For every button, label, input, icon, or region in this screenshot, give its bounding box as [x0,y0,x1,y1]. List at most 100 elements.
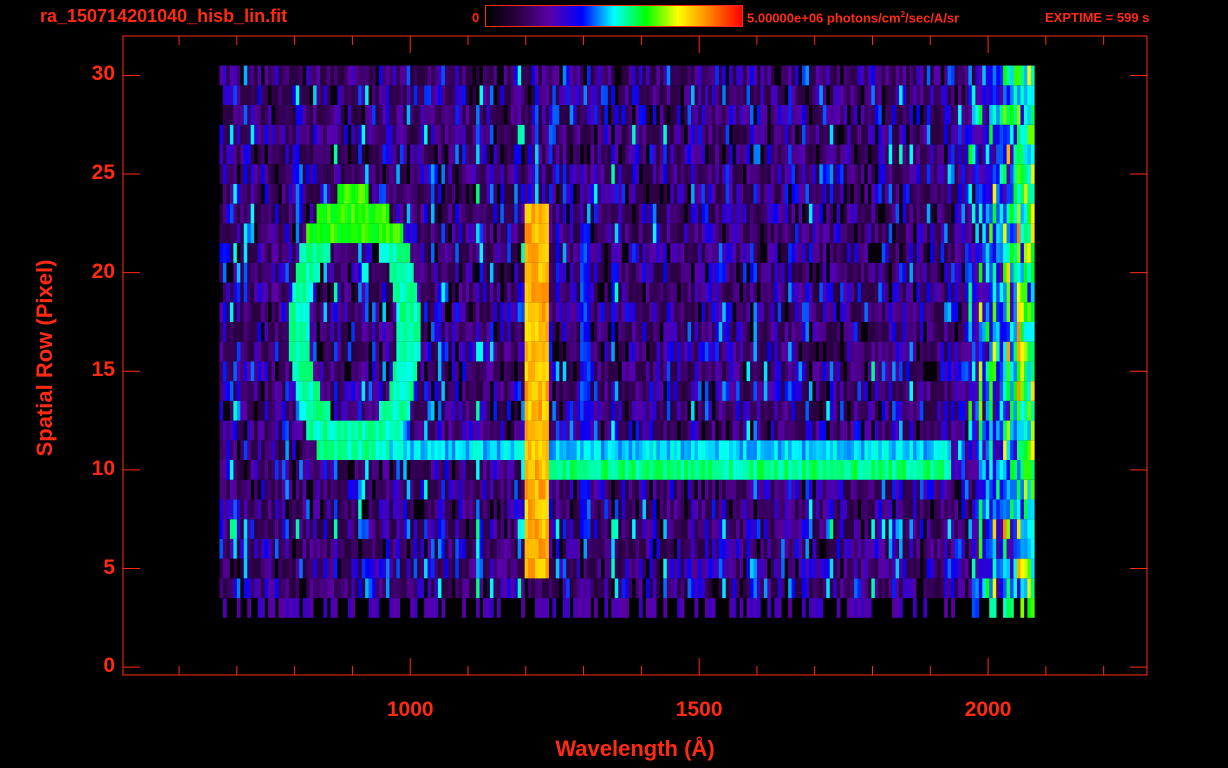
heatmap-cell [476,400,480,421]
heatmap-cell [725,341,730,362]
heatmap-cell [666,538,671,559]
heatmap-cell [278,499,283,520]
heatmap-cell [843,321,848,342]
heatmap-cell [285,183,290,204]
heatmap-cell [448,558,453,579]
heatmap-cell [548,578,553,599]
heatmap-cell [611,381,616,401]
heatmap-cell [288,499,293,520]
heatmap-cell [521,479,525,500]
heatmap-cell [649,65,654,86]
heatmap-cell [410,440,414,461]
heatmap-cell [743,420,747,441]
heatmap-cell [802,302,806,322]
heatmap-cell [229,65,234,86]
heatmap-cell [587,203,591,224]
heatmap-cell [340,223,345,244]
heatmap-cell [541,538,546,559]
heatmap-cell [514,124,518,145]
heatmap-cell [770,381,775,401]
heatmap-cell [645,105,650,125]
heatmap-cell [257,381,262,401]
heatmap-cell [829,420,834,441]
heatmap-cell [822,321,827,342]
heatmap-cell [833,85,837,106]
heatmap-cell [802,341,806,362]
heatmap-cell [444,203,449,224]
heatmap-cell [590,164,595,184]
heatmap-cell [288,144,293,165]
heatmap-cell [697,479,702,500]
heatmap-cell [351,321,356,342]
heatmap-cell [791,420,796,441]
heatmap-cell [753,85,758,106]
heatmap-cell [781,460,785,480]
heatmap-cell [264,105,269,125]
heatmap-cell [313,361,317,382]
heatmap-cell [531,558,536,579]
heatmap-cell [365,262,369,283]
heatmap-cell [503,105,508,125]
heatmap-cell [632,420,636,441]
heatmap-cell [684,85,688,106]
heatmap-cell [802,144,806,165]
heatmap-cell [642,223,647,244]
heatmap-cell [763,341,768,362]
heatmap-cell [593,85,598,106]
heatmap-cell [309,65,314,86]
heatmap-cell [697,124,702,145]
heatmap-cell [451,85,456,106]
heatmap-cell [323,65,328,86]
heatmap-cell [431,538,435,559]
heatmap-cell [673,479,678,500]
heatmap-cell [292,321,297,342]
heatmap-cell [663,243,668,263]
heatmap-cell [302,183,307,204]
heatmap-cell [555,65,560,86]
heatmap-cell [479,361,484,382]
heatmap-cell [632,223,636,244]
heatmap-cell [455,124,460,145]
heatmap-cell [552,164,557,184]
heatmap-cell [732,460,737,480]
heatmap-cell [281,440,286,461]
heatmap-cell [576,499,581,520]
heatmap-cell [767,124,772,145]
heatmap-cell [607,381,612,401]
heatmap-cell [843,65,848,86]
heatmap-cell [600,381,605,401]
heatmap-cell [763,400,768,421]
heatmap-cell [396,420,401,441]
heatmap-cell [326,420,331,441]
heatmap-cell [566,144,570,165]
heatmap-cell [691,321,695,342]
heatmap-cell [642,105,647,125]
heatmap-cell [229,499,234,520]
heatmap-cell [236,144,241,165]
heatmap-cell [427,578,432,599]
heatmap-cell [732,243,737,263]
heatmap-cell [632,400,636,421]
heatmap-cell [677,440,681,461]
heatmap-cell [722,124,727,145]
heatmap-cell [493,479,498,500]
heatmap-cell [840,499,844,520]
heatmap-cell [708,85,713,106]
heatmap-cell [749,203,754,224]
heatmap-cell [375,499,380,520]
heatmap-cell [379,105,383,125]
heatmap-cell [736,519,740,539]
heatmap-cell [535,499,539,520]
heatmap-cell [455,302,460,322]
heatmap-cell [732,164,737,184]
heatmap-cell [670,460,675,480]
heatmap-cell [344,282,349,303]
heatmap-cell [580,381,584,401]
heatmap-cell [562,321,567,342]
heatmap-cell [372,144,376,165]
heatmap-cell [840,578,844,599]
heatmap-cell [372,381,376,401]
heatmap-cell [375,460,380,480]
heatmap-cell [313,262,317,283]
heatmap-cell [600,203,605,224]
